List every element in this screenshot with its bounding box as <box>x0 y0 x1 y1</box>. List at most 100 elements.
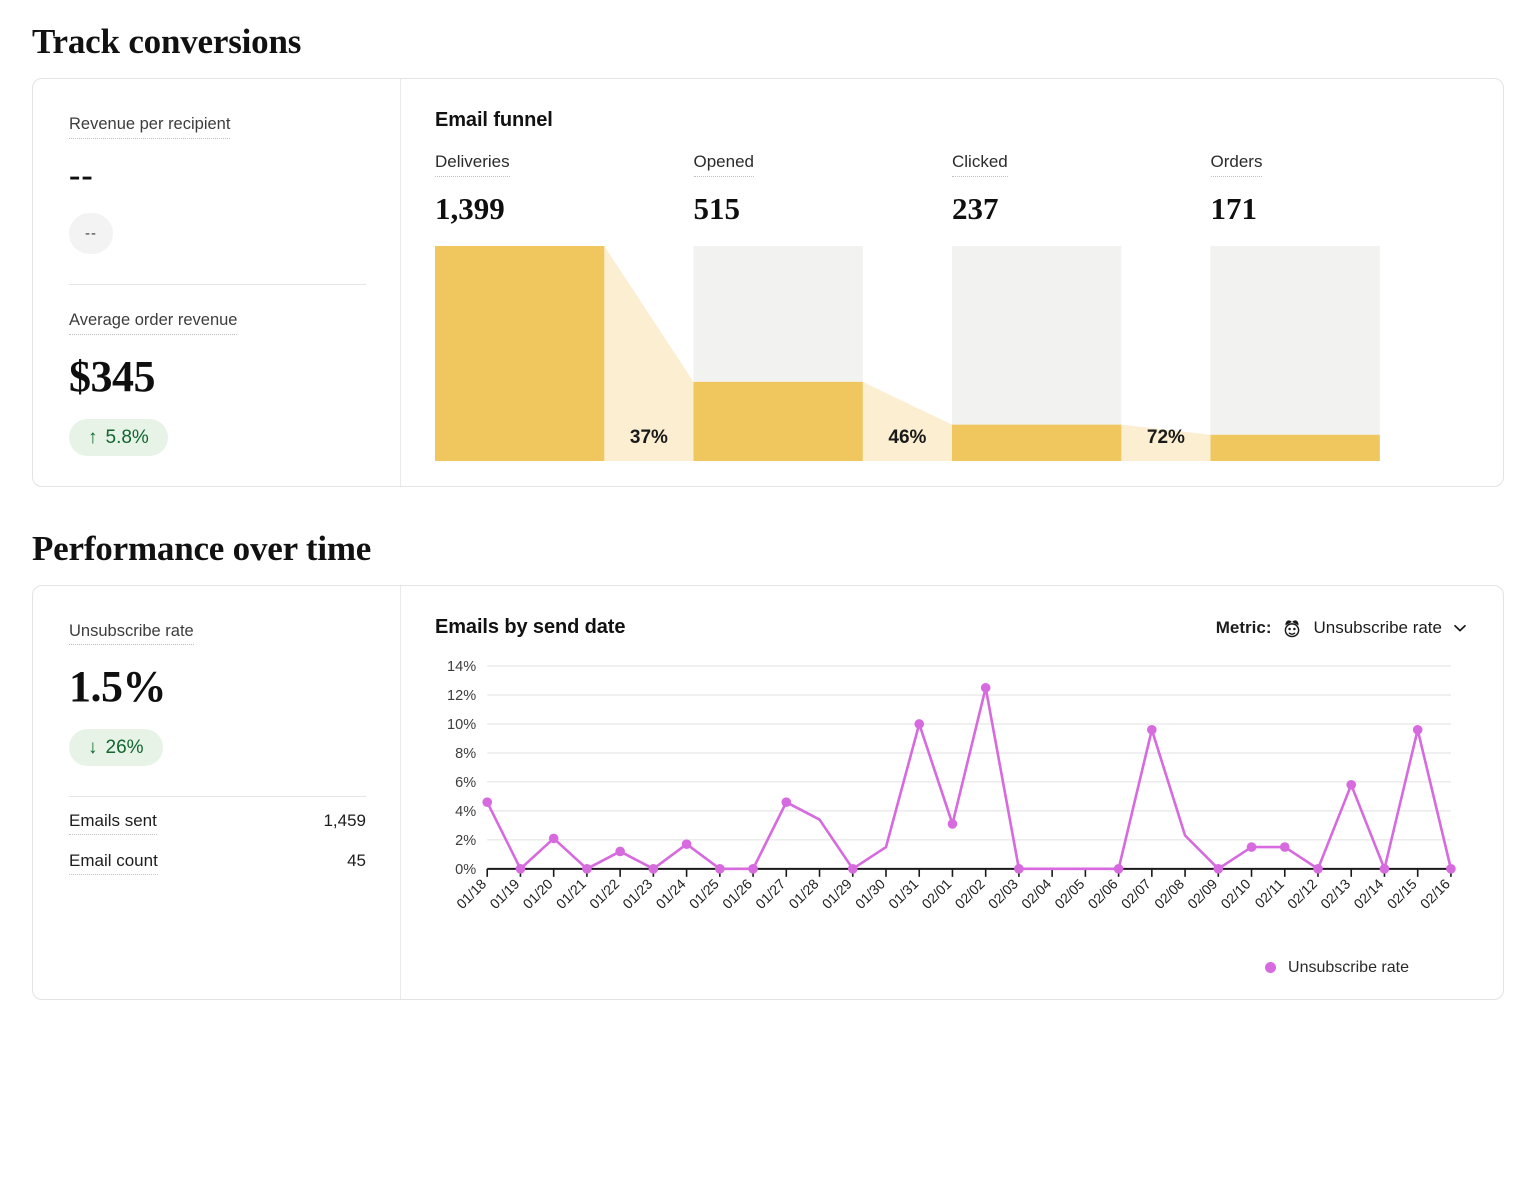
funnel-step-deliveries: Deliveries 1,399 <box>435 152 694 224</box>
average-order-revenue-badge: ↑ 5.8% <box>69 419 168 456</box>
average-order-revenue-label[interactable]: Average order revenue <box>69 311 237 335</box>
funnel-bar[interactable] <box>435 246 604 461</box>
data-point[interactable] <box>1280 842 1290 852</box>
x-axis-tick-label: 01/27 <box>752 875 788 911</box>
data-point[interactable] <box>914 719 924 729</box>
x-axis-tick-label: 02/12 <box>1284 875 1320 911</box>
x-axis-tick-label: 02/06 <box>1085 875 1121 911</box>
line-chart-container: 0%2%4%6%8%10%12%14%01/1801/1901/2001/210… <box>435 656 1469 957</box>
x-axis-tick-label: 01/21 <box>553 875 589 911</box>
funnel-step-label[interactable]: Opened <box>694 152 755 177</box>
data-point[interactable] <box>848 864 858 874</box>
y-axis-tick-label: 4% <box>455 803 476 819</box>
performance-summary-panel: Unsubscribe rate 1.5% ↓ 26% Emails sent … <box>33 586 401 999</box>
data-point[interactable] <box>948 819 958 829</box>
x-axis-tick-label: 02/13 <box>1317 875 1353 911</box>
metric-dropdown-value: Unsubscribe rate <box>1313 618 1442 638</box>
metric-dropdown-label: Metric: <box>1216 618 1272 638</box>
data-point[interactable] <box>748 864 758 874</box>
data-point[interactable] <box>1247 842 1257 852</box>
data-point[interactable] <box>1313 864 1323 874</box>
x-axis-tick-label: 01/23 <box>619 875 655 911</box>
x-axis-tick-label: 02/10 <box>1217 875 1253 911</box>
data-point[interactable] <box>549 833 559 843</box>
data-point[interactable] <box>1446 864 1456 874</box>
data-point[interactable] <box>1380 864 1390 874</box>
funnel-bar-track <box>1211 246 1380 461</box>
stat-row-email-count: Email count 45 <box>69 837 366 877</box>
funnel-bar[interactable] <box>694 382 863 461</box>
unsubscribe-rate-value: 1.5% <box>69 665 366 709</box>
data-point[interactable] <box>649 864 659 874</box>
y-axis-tick-label: 8% <box>455 746 476 762</box>
performance-card: Unsubscribe rate 1.5% ↓ 26% Emails sent … <box>32 585 1504 1000</box>
conversions-summary-panel: Revenue per recipient -- -- Average orde… <box>33 79 401 486</box>
email-funnel-title: Email funnel <box>435 109 553 132</box>
data-point[interactable] <box>1147 725 1157 735</box>
funnel-step-value: 1,399 <box>435 193 694 224</box>
x-axis-tick-label: 01/30 <box>852 875 888 911</box>
average-order-revenue-badge-text: 5.8% <box>106 428 149 447</box>
unsubscribe-rate-badge: ↓ 26% <box>69 729 163 766</box>
average-order-revenue-value: $345 <box>69 355 366 399</box>
funnel-step-value: 237 <box>952 193 1211 224</box>
data-point[interactable] <box>582 864 592 874</box>
chevron-down-icon[interactable] <box>1451 619 1469 637</box>
funnel-step-label[interactable]: Clicked <box>952 152 1008 177</box>
stat-value: 1,459 <box>323 811 366 831</box>
x-axis-tick-label: 02/07 <box>1118 875 1154 911</box>
data-point[interactable] <box>781 797 791 807</box>
data-point[interactable] <box>1014 864 1024 874</box>
data-point[interactable] <box>1346 780 1356 790</box>
x-axis-tick-label: 02/04 <box>1018 875 1054 911</box>
x-axis-tick-label: 02/08 <box>1151 875 1187 911</box>
data-point[interactable] <box>516 864 526 874</box>
arrow-up-icon: ↑ <box>88 428 98 447</box>
data-point[interactable] <box>1213 864 1223 874</box>
funnel-step-label[interactable]: Orders <box>1211 152 1263 177</box>
data-point[interactable] <box>682 839 692 849</box>
funnel-step-labels: Deliveries 1,399 Opened 515 Clicked 237 … <box>435 152 1469 224</box>
arrow-down-icon: ↓ <box>88 738 98 757</box>
funnel-connector <box>1121 425 1210 461</box>
page-title-conversions: Track conversions <box>32 22 1504 62</box>
conversions-card: Revenue per recipient -- -- Average orde… <box>32 78 1504 487</box>
emails-by-send-date-panel: Emails by send date Metric: Unsub <box>401 586 1503 999</box>
x-axis-tick-label: 01/29 <box>819 875 855 911</box>
chart-legend: Unsubscribe rate <box>435 959 1469 977</box>
metric-dropdown[interactable]: Metric: Unsubscribe rate <box>1216 616 1469 640</box>
y-axis-tick-label: 6% <box>455 775 476 791</box>
y-axis-tick-label: 12% <box>447 688 476 704</box>
funnel-step-label[interactable]: Deliveries <box>435 152 510 177</box>
stat-key[interactable]: Email count <box>69 851 158 875</box>
x-axis-tick-label: 02/11 <box>1251 875 1287 911</box>
email-funnel-panel: Email funnel Deliveries 1,399 Opened 515… <box>401 79 1503 486</box>
revenue-per-recipient-badge: -- <box>69 213 113 254</box>
data-point[interactable] <box>1114 864 1124 874</box>
unsubscribe-rate-line-chart: 0%2%4%6%8%10%12%14%01/1801/1901/2001/210… <box>435 656 1469 957</box>
revenue-per-recipient-label[interactable]: Revenue per recipient <box>69 115 230 139</box>
funnel-chart <box>435 246 1469 461</box>
funnel-step-value: 515 <box>694 193 953 224</box>
x-axis-tick-label: 01/26 <box>719 875 755 911</box>
average-order-revenue-block: Average order revenue $345 ↑ 5.8% <box>69 311 366 456</box>
divider <box>69 284 366 285</box>
data-point[interactable] <box>981 683 991 693</box>
funnel-bar[interactable] <box>1211 435 1380 461</box>
unsubscribe-rate-block: Unsubscribe rate 1.5% ↓ 26% <box>69 622 366 767</box>
x-axis-tick-label: 01/20 <box>520 875 556 911</box>
chart-title: Emails by send date <box>435 616 625 639</box>
y-axis-tick-label: 14% <box>447 659 476 675</box>
data-point[interactable] <box>482 797 492 807</box>
unsubscribe-rate-label[interactable]: Unsubscribe rate <box>69 622 194 646</box>
data-point[interactable] <box>615 846 625 856</box>
data-point[interactable] <box>1413 725 1423 735</box>
funnel-connector <box>863 382 952 461</box>
funnel-step-value: 171 <box>1211 193 1470 224</box>
x-axis-tick-label: 02/14 <box>1350 875 1386 911</box>
funnel-bar[interactable] <box>952 425 1121 461</box>
data-point[interactable] <box>715 864 725 874</box>
funnel-step-orders: Orders 171 <box>1211 152 1470 224</box>
stat-key[interactable]: Emails sent <box>69 811 157 835</box>
x-axis-tick-label: 02/03 <box>985 875 1021 911</box>
